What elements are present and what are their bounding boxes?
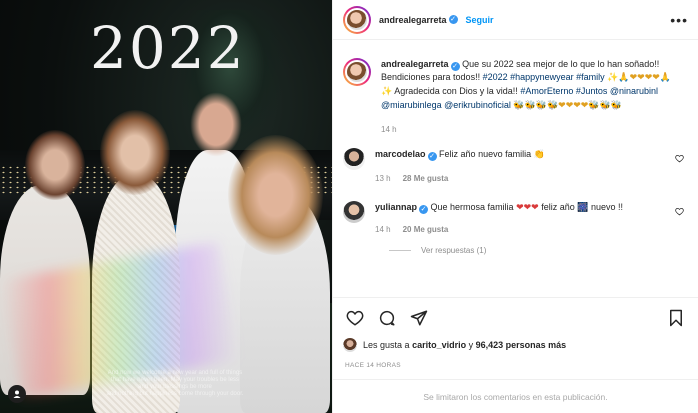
comment-icon[interactable] — [375, 306, 399, 330]
post-side-panel: andrealegarreta ✓ Seguir ••• andrealegar… — [332, 0, 698, 413]
person-3-head — [190, 92, 242, 157]
caption-body: andrealegarreta ✓ Que su 2022 sea mejor d… — [381, 58, 671, 136]
comments-limited-notice: Se limitaron los comentarios en esta pub… — [333, 379, 698, 413]
caption-emoji-2: 🐝🐝🐝🐝❤❤❤❤🐝🐝🐝 — [513, 101, 622, 111]
commenter-avatar[interactable] — [343, 201, 365, 223]
tagged-user-icon[interactable] — [8, 385, 26, 403]
more-options-icon[interactable]: ••• — [670, 12, 688, 28]
comment-username[interactable]: marcodelao — [375, 149, 426, 159]
verified-badge-icon: ✓ — [419, 205, 429, 214]
caption-hashtags-2[interactable]: #AmorEterno #Juntos — [520, 86, 607, 96]
verified-badge-icon: ✓ — [448, 15, 458, 24]
caption-age[interactable]: 14 h — [381, 123, 397, 136]
caption-line: that have never been. May your troubles … — [110, 377, 240, 383]
comment-item: marcodelao ✓ Feliz año nuevo familia 👏 13… — [343, 148, 688, 185]
person-1-head — [25, 130, 85, 200]
liker-avatar[interactable] — [343, 338, 357, 352]
replies-divider — [389, 250, 411, 251]
verified-badge-icon: ✓ — [427, 152, 437, 161]
caption-line: And now we welcome a new year and full o… — [107, 370, 243, 376]
comment-age[interactable]: 13 h — [375, 172, 391, 185]
author-avatar-ring[interactable] — [343, 5, 371, 34]
view-replies-button[interactable]: Ver respuestas (1) — [389, 246, 688, 255]
comment-like-heart-icon[interactable] — [675, 154, 684, 165]
verified-badge-icon: ✓ — [450, 62, 460, 71]
share-paper-plane-icon[interactable] — [407, 306, 431, 330]
fireworks-emoji: 🎆 — [577, 203, 589, 213]
action-bar — [333, 297, 698, 337]
post-caption: andrealegarreta ✓ Que su 2022 sea mejor d… — [343, 58, 688, 136]
caption-username[interactable]: andrealegarreta — [381, 59, 449, 69]
likes-summary: Les gusta a carito_vidrio y 96,423 perso… — [343, 338, 688, 352]
caption-line: and your blessings be more — [138, 384, 212, 390]
like-heart-icon[interactable] — [343, 306, 367, 330]
user-icon — [13, 390, 21, 398]
comment-meta: 13 h 28 Me gusta — [375, 172, 665, 185]
comment-item: yuliannap ✓ Que hermosa familia ❤❤❤ feliz… — [343, 201, 688, 236]
comment-text: Feliz año nuevo familia — [439, 149, 532, 159]
comment-text: Que hermosa familia — [430, 202, 514, 212]
clap-emoji: 👏 — [533, 150, 545, 160]
comment-body: marcodelao ✓ Feliz año nuevo familia 👏 13… — [375, 148, 665, 185]
comment-meta: 14 h 20 Me gusta — [375, 223, 665, 236]
likes-middle: y — [468, 340, 474, 350]
person-4-head — [228, 135, 323, 255]
caption-meta: 14 h — [381, 123, 671, 136]
comment-text: feliz año — [541, 202, 575, 212]
author-avatar[interactable] — [345, 7, 369, 32]
comment-age[interactable]: 14 h — [375, 223, 391, 236]
comment-username[interactable]: yuliannap — [375, 202, 417, 212]
follow-button[interactable]: Seguir — [466, 15, 494, 25]
instagram-post: 2022 And now we welcome a new year and f… — [0, 0, 698, 413]
comment-likes[interactable]: 28 Me gusta — [403, 172, 449, 185]
view-replies-label[interactable]: Ver respuestas (1) — [421, 246, 486, 255]
hearts-emoji: ❤❤❤ — [516, 203, 539, 213]
comment-text: nuevo !! — [591, 202, 624, 212]
caption-text-2: Agradecida con Dios y la vida!! — [394, 86, 518, 96]
caption-avatar-ring[interactable] — [343, 58, 371, 86]
photo-year-overlay: 2022 — [90, 14, 246, 82]
person-2-head — [100, 110, 170, 195]
likes-prefix: Les gusta a — [363, 340, 410, 350]
comment-body: yuliannap ✓ Que hermosa familia ❤❤❤ feliz… — [375, 201, 665, 236]
likes-count[interactable]: 96,423 personas más — [476, 340, 567, 350]
comments-list[interactable]: andrealegarreta ✓ Que su 2022 sea mejor d… — [333, 45, 698, 297]
comment-like-heart-icon[interactable] — [675, 207, 684, 218]
caption-hashtags[interactable]: #2022 #happynewyear #family — [483, 72, 605, 82]
caption-avatar[interactable] — [345, 60, 369, 84]
post-photo[interactable]: 2022 And now we welcome a new year and f… — [0, 0, 332, 413]
comment-likes[interactable]: 20 Me gusta — [403, 223, 449, 236]
post-header: andrealegarreta ✓ Seguir ••• — [333, 0, 698, 40]
save-bookmark-icon[interactable] — [664, 306, 688, 330]
liker-username[interactable]: carito_vidrio — [412, 340, 466, 350]
post-timestamp[interactable]: HACE 14 HORAS — [345, 362, 401, 369]
commenter-avatar[interactable] — [343, 148, 365, 170]
author-username[interactable]: andrealegarreta — [379, 15, 447, 25]
photo-caption-text: And now we welcome a new year and full o… — [55, 370, 295, 398]
caption-line: and nothing but happiness come through y… — [106, 391, 244, 397]
